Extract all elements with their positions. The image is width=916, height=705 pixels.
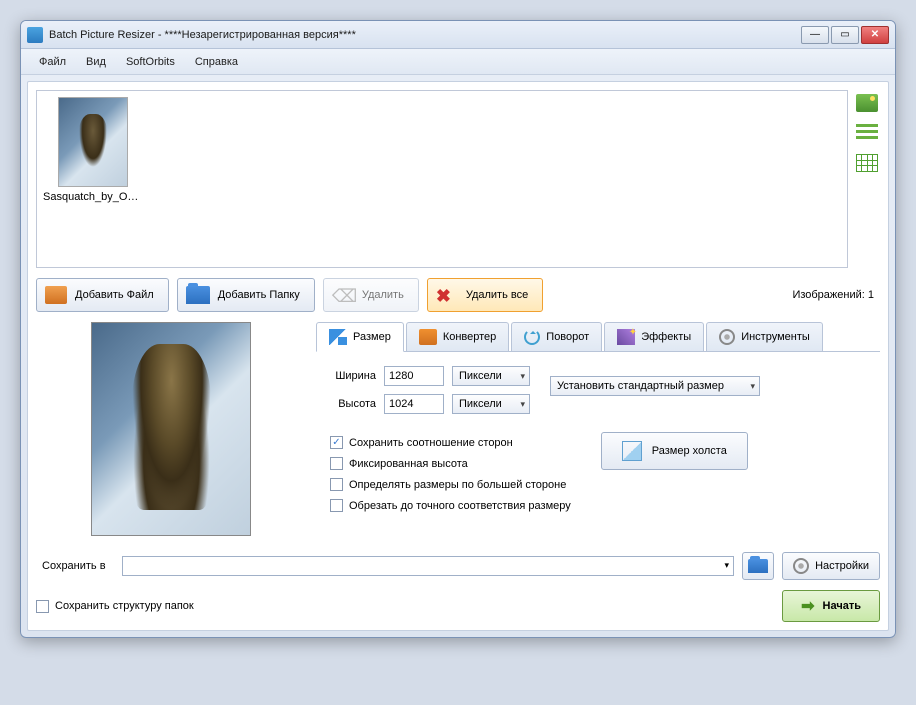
- tab-rotate[interactable]: Поворот: [511, 322, 602, 351]
- folder-icon: [748, 559, 768, 573]
- menu-help[interactable]: Справка: [185, 52, 248, 72]
- canvas-size-button[interactable]: Размер холста: [601, 432, 748, 470]
- effects-icon: [617, 329, 635, 345]
- settings-button[interactable]: Настройки: [782, 552, 880, 580]
- preset-size-select[interactable]: Установить стандартный размер: [550, 376, 760, 396]
- menu-view[interactable]: Вид: [76, 52, 116, 72]
- thumbnail-label: Sasquatch_by_Okmer...: [43, 191, 143, 203]
- image-count: Изображений: 1: [792, 289, 880, 301]
- delete-icon: ⌫: [332, 286, 354, 304]
- width-label: Ширина: [326, 370, 376, 382]
- arrow-right-icon: ➡: [801, 596, 814, 616]
- height-unit-select[interactable]: Пиксели: [452, 394, 530, 414]
- delete-all-icon: ✖: [436, 286, 458, 304]
- thumbnail-list[interactable]: Sasquatch_by_Okmer...: [36, 90, 848, 268]
- window-title: Batch Picture Resizer - ****Незарегистри…: [49, 29, 801, 41]
- tab-size[interactable]: Размер: [316, 322, 404, 352]
- delete-all-label: Удалить все: [466, 289, 528, 301]
- save-row: Сохранить в Настройки: [36, 552, 880, 580]
- delete-all-button[interactable]: ✖ Удалить все: [427, 278, 543, 312]
- gear-icon: [793, 558, 809, 574]
- app-window: Batch Picture Resizer - ****Незарегистри…: [20, 20, 896, 638]
- crop-exact-checkbox[interactable]: Обрезать до точного соответствия размеру: [330, 499, 571, 512]
- height-label: Высота: [326, 398, 376, 410]
- add-folder-button[interactable]: Добавить Папку: [177, 278, 315, 312]
- view-details-icon[interactable]: [856, 154, 878, 172]
- view-thumbnails-icon[interactable]: [856, 94, 878, 112]
- add-file-label: Добавить Файл: [75, 289, 154, 301]
- delete-label: Удалить: [362, 289, 404, 301]
- delete-button: ⌫ Удалить: [323, 278, 419, 312]
- app-icon: [27, 27, 43, 43]
- preview-pane: [36, 322, 306, 538]
- titlebar[interactable]: Batch Picture Resizer - ****Незарегистри…: [21, 21, 895, 49]
- browse-button[interactable]: [742, 552, 774, 580]
- rotate-icon: [524, 329, 540, 345]
- width-input[interactable]: [384, 366, 444, 386]
- keep-folder-structure-checkbox[interactable]: Сохранить структуру папок: [36, 600, 194, 613]
- close-button[interactable]: ✕: [861, 26, 889, 44]
- preview-image: [91, 322, 251, 536]
- add-file-icon: [45, 286, 67, 304]
- tabs: Размер Конвертер Поворот Эффекты Инструм…: [316, 322, 880, 352]
- thumbnail-item[interactable]: Sasquatch_by_Okmer...: [43, 97, 143, 203]
- add-folder-label: Добавить Папку: [218, 289, 300, 301]
- tools-icon: [719, 329, 735, 345]
- thumbnail-image: [58, 97, 128, 187]
- tab-effects[interactable]: Эффекты: [604, 322, 704, 351]
- menubar: Файл Вид SoftOrbits Справка: [21, 49, 895, 75]
- tab-converter[interactable]: Конвертер: [406, 322, 509, 351]
- convert-icon: [419, 329, 437, 345]
- fixed-height-checkbox[interactable]: Фиксированная высота: [330, 457, 571, 470]
- start-button[interactable]: ➡ Начать: [782, 590, 880, 622]
- menu-softorbits[interactable]: SoftOrbits: [116, 52, 185, 72]
- view-list-icon[interactable]: [856, 124, 878, 142]
- content-area: Sasquatch_by_Okmer... Добавить Файл Доба…: [27, 81, 889, 631]
- size-panel: Ширина Пиксели Высота Пиксели Уст: [316, 352, 880, 534]
- canvas-icon: [622, 441, 642, 461]
- menu-file[interactable]: Файл: [29, 52, 76, 72]
- add-file-button[interactable]: Добавить Файл: [36, 278, 169, 312]
- add-folder-icon: [186, 286, 210, 304]
- minimize-button[interactable]: —: [801, 26, 829, 44]
- tab-tools[interactable]: Инструменты: [706, 322, 823, 351]
- height-input[interactable]: [384, 394, 444, 414]
- larger-side-checkbox[interactable]: Определять размеры по большей стороне: [330, 478, 571, 491]
- save-to-label: Сохранить в: [36, 560, 114, 572]
- file-toolbar: Добавить Файл Добавить Папку ⌫ Удалить ✖…: [36, 278, 880, 312]
- width-unit-select[interactable]: Пиксели: [452, 366, 530, 386]
- keep-ratio-checkbox[interactable]: ✓Сохранить соотношение сторон: [330, 436, 571, 449]
- save-path-input[interactable]: [122, 556, 734, 576]
- resize-icon: [329, 329, 347, 345]
- maximize-button[interactable]: ▭: [831, 26, 859, 44]
